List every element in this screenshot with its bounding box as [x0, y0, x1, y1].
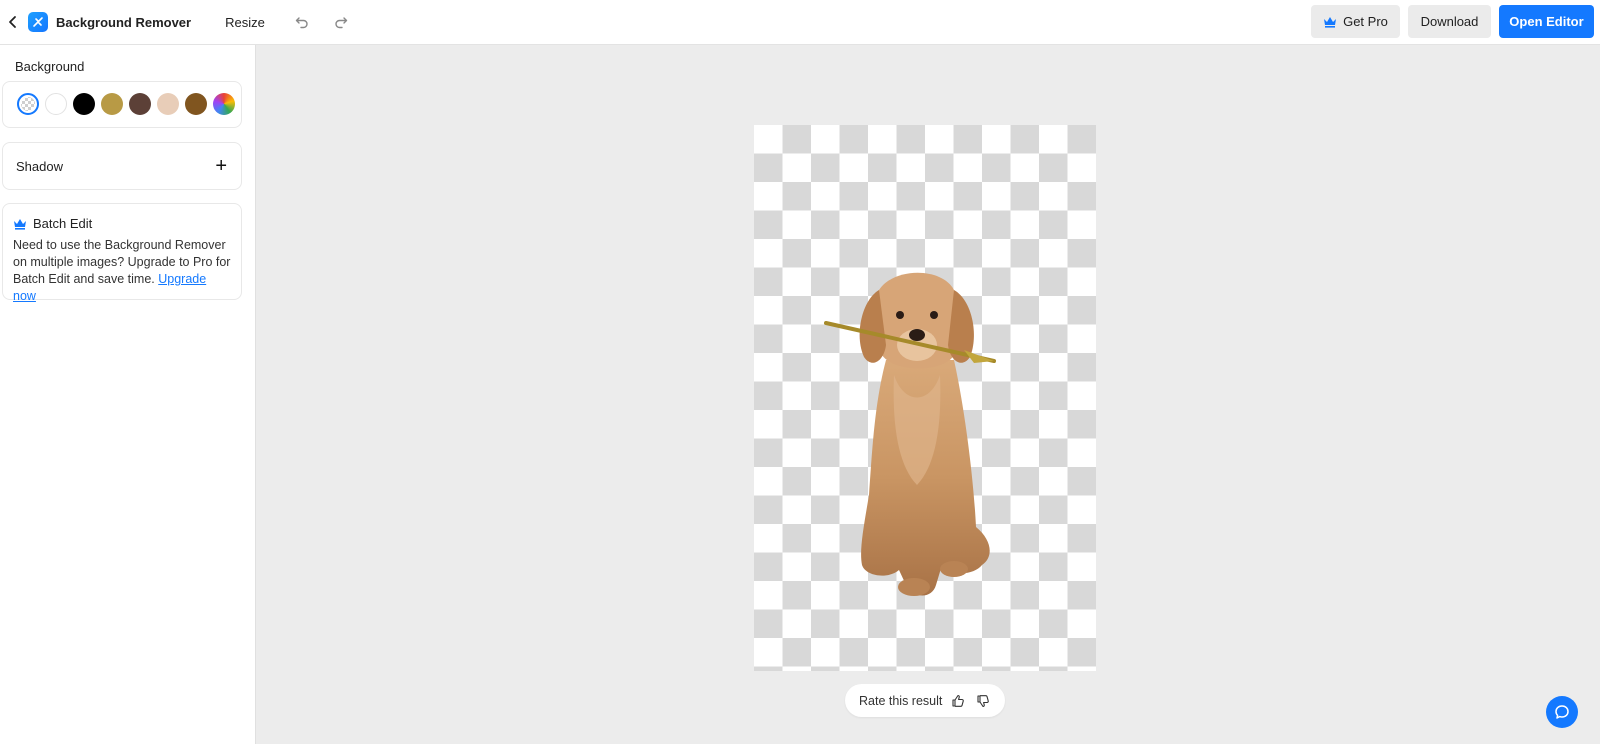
chat-bubble-icon	[1555, 705, 1569, 719]
get-pro-label: Get Pro	[1343, 14, 1388, 29]
thumbs-up-button[interactable]	[949, 692, 967, 710]
crown-icon	[14, 218, 26, 230]
swatch-list	[3, 82, 241, 115]
shadow-card[interactable]: Shadow +	[2, 142, 242, 190]
plus-icon[interactable]: +	[215, 156, 227, 176]
sidebar: Background Shadow + Batch Edit Need to u…	[0, 45, 256, 744]
rate-result-bar: Rate this result	[845, 684, 1005, 717]
batch-edit-text: Need to use the Background Remover on mu…	[13, 237, 231, 305]
top-bar: Background Remover Resize Get Pro Downlo…	[0, 0, 1600, 45]
back-button[interactable]	[2, 11, 24, 33]
batch-edit-card: Batch Edit Need to use the Background Re…	[2, 203, 242, 303]
batch-edit-header: Batch Edit	[13, 216, 231, 231]
swatch-white[interactable]	[45, 93, 67, 115]
help-chat-button[interactable]	[1546, 696, 1578, 728]
background-section-label: Background	[15, 59, 85, 74]
swatch-dark-brown[interactable]	[129, 93, 151, 115]
dog-cutout-image	[824, 272, 996, 596]
thumbs-down-button[interactable]	[974, 692, 992, 710]
thumbs-up-icon	[952, 694, 965, 707]
get-pro-button[interactable]: Get Pro	[1311, 5, 1400, 38]
swatch-black[interactable]	[73, 93, 95, 115]
background-swatch-card	[2, 81, 242, 128]
redo-icon	[335, 17, 348, 29]
image-preview[interactable]	[754, 125, 1096, 671]
open-editor-button[interactable]: Open Editor	[1499, 5, 1594, 38]
swatch-transparent[interactable]	[17, 93, 39, 115]
undo-button[interactable]	[291, 11, 313, 33]
thumbs-down-icon	[977, 694, 990, 707]
swatch-beige[interactable]	[157, 93, 179, 115]
chevron-left-icon	[9, 16, 16, 28]
resize-button[interactable]: Resize	[225, 15, 265, 30]
swatch-custom-color[interactable]	[213, 93, 235, 115]
shadow-label: Shadow	[16, 158, 63, 174]
rate-result-label: Rate this result	[859, 693, 943, 708]
canvas-area: Rate this result	[256, 45, 1600, 744]
download-button[interactable]: Download	[1408, 5, 1491, 38]
app-title: Background Remover	[56, 14, 192, 30]
redo-button[interactable]	[330, 11, 352, 33]
batch-edit-title: Batch Edit	[33, 216, 93, 231]
crown-icon	[1324, 16, 1337, 28]
swatch-brown[interactable]	[185, 93, 207, 115]
undo-icon	[295, 17, 308, 29]
swatch-gold[interactable]	[101, 93, 123, 115]
app-logo-icon	[28, 12, 48, 32]
